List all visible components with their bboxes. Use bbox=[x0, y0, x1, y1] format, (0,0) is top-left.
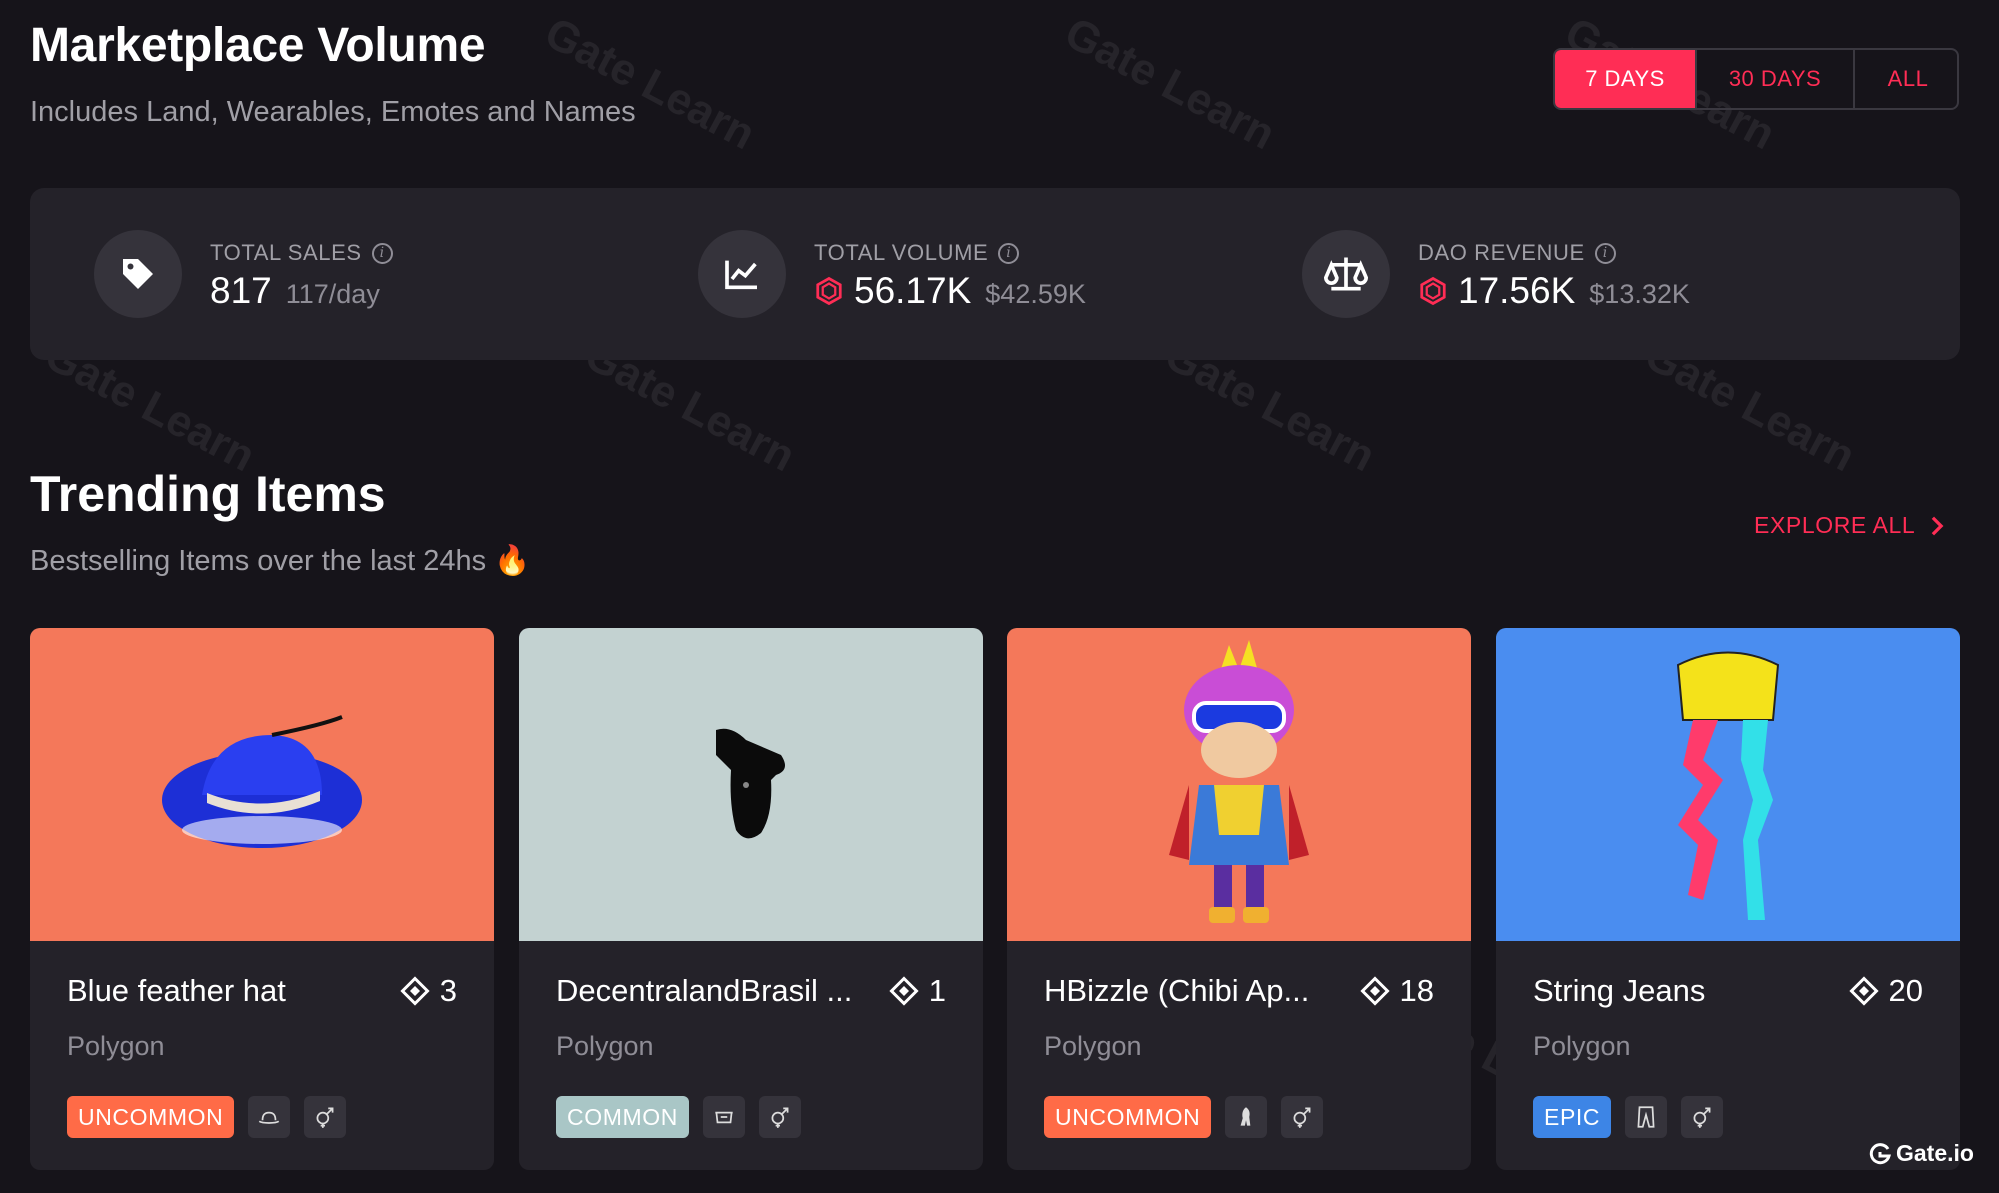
diamond-icon bbox=[889, 976, 919, 1006]
mana-icon bbox=[816, 276, 842, 306]
explore-all-label: EXPLORE ALL bbox=[1754, 512, 1916, 538]
item-name: Blue feather hat bbox=[67, 973, 286, 1008]
info-icon[interactable]: i bbox=[371, 242, 393, 264]
diamond-icon bbox=[1359, 976, 1390, 1006]
rarity-badge: COMMON bbox=[556, 1096, 689, 1138]
avatar-image bbox=[1169, 639, 1309, 923]
item-price: 1 bbox=[889, 973, 946, 1009]
item-name: DecentralandBrasil ... bbox=[556, 973, 853, 1008]
brand-text: Gate.io bbox=[1896, 1140, 1974, 1166]
stat-value: 817 bbox=[210, 270, 272, 311]
unisex-icon bbox=[758, 1096, 801, 1138]
tag-icon bbox=[94, 230, 182, 318]
rarity-badge: UNCOMMON bbox=[67, 1096, 235, 1138]
item-price: 20 bbox=[1848, 973, 1923, 1009]
watermark-text: Gate Learn bbox=[536, 8, 763, 160]
time-range-toggle: 7 DAYS 30 DAYS ALL bbox=[1553, 48, 1959, 110]
item-card[interactable]: DecentralandBrasil ... 1 Polygon COMMON bbox=[519, 628, 983, 1170]
stat-label: TOTAL VOLUME bbox=[814, 240, 989, 265]
item-card[interactable]: String Jeans 20 Polygon EPIC bbox=[1496, 628, 1960, 1170]
explore-all-link[interactable]: EXPLORE ALL bbox=[1754, 512, 1945, 539]
item-price-value: 1 bbox=[928, 973, 946, 1008]
diamond-icon bbox=[400, 976, 430, 1006]
page-subtitle: Includes Land, Wearables, Emotes and Nam… bbox=[30, 96, 636, 128]
item-network: Polygon bbox=[67, 1031, 165, 1061]
stat-value: 17.56K bbox=[1458, 270, 1576, 311]
item-thumbnail bbox=[30, 628, 494, 941]
diamond-icon bbox=[1848, 976, 1879, 1006]
item-thumbnail bbox=[519, 628, 983, 941]
rarity-badge: UNCOMMON bbox=[1044, 1096, 1212, 1138]
item-thumbnail bbox=[1007, 628, 1471, 941]
item-price: 3 bbox=[400, 973, 457, 1009]
item-network: Polygon bbox=[556, 1031, 654, 1061]
jeans-image bbox=[1676, 651, 1780, 920]
stat-label: DAO REVENUE bbox=[1418, 240, 1585, 265]
stat-label: TOTAL SALES bbox=[210, 240, 362, 265]
stat-secondary: $42.59K bbox=[985, 279, 1086, 309]
item-name: HBizzle (Chibi Ap... bbox=[1044, 973, 1310, 1008]
item-thumbnail bbox=[1496, 628, 1960, 941]
chart-icon bbox=[698, 230, 786, 318]
range-30-days-button[interactable]: 30 DAYS bbox=[1695, 50, 1853, 108]
stats-panel: TOTAL SALES i 817 117/day TOTAL VOLUME i 5… bbox=[30, 188, 1960, 360]
range-all-button[interactable]: ALL bbox=[1853, 50, 1957, 108]
hat-icon bbox=[248, 1096, 291, 1138]
item-network: Polygon bbox=[1533, 1031, 1631, 1061]
item-tags: UNCOMMON bbox=[67, 1096, 347, 1138]
rarity-badge: EPIC bbox=[1533, 1096, 1612, 1138]
section-title: Trending Items bbox=[30, 466, 386, 522]
skin-icon bbox=[1225, 1096, 1268, 1138]
item-card[interactable]: Blue feather hat 3 Polygon UNCOMMON bbox=[30, 628, 494, 1170]
unisex-icon bbox=[1681, 1096, 1724, 1138]
range-7-days-button[interactable]: 7 DAYS bbox=[1555, 50, 1695, 108]
item-tags: UNCOMMON bbox=[1044, 1096, 1324, 1138]
chevron-right-icon bbox=[1932, 516, 1944, 535]
shirt-image bbox=[716, 728, 785, 838]
mana-icon bbox=[1420, 276, 1446, 306]
unisex-icon bbox=[304, 1096, 347, 1138]
hat-image bbox=[162, 714, 362, 848]
section-subtitle: Bestselling Items over the last 24hs 🔥 bbox=[30, 545, 531, 577]
item-tags: EPIC bbox=[1533, 1096, 1724, 1138]
lower-body-icon bbox=[1625, 1096, 1668, 1138]
item-price-value: 20 bbox=[1888, 973, 1923, 1008]
item-name: String Jeans bbox=[1533, 973, 1706, 1008]
scale-icon bbox=[1302, 230, 1390, 318]
info-icon[interactable]: i bbox=[1594, 242, 1616, 264]
gate-logo-icon bbox=[1869, 1142, 1891, 1164]
item-price-value: 18 bbox=[1399, 973, 1434, 1008]
item-price: 18 bbox=[1359, 973, 1434, 1009]
item-card[interactable]: HBizzle (Chibi Ap... 18 Polygon UNCOMMON bbox=[1007, 628, 1471, 1170]
upper-body-icon bbox=[702, 1096, 745, 1138]
item-tags: COMMON bbox=[556, 1096, 801, 1138]
brand-logo: Gate.io bbox=[1868, 1140, 1974, 1167]
watermark-text: Gate Learn bbox=[1056, 8, 1283, 160]
stat-secondary: $13.32K bbox=[1589, 279, 1690, 309]
item-network: Polygon bbox=[1044, 1031, 1142, 1061]
info-icon[interactable]: i bbox=[998, 242, 1020, 264]
stat-secondary: 117/day bbox=[285, 279, 380, 309]
stat-value: 56.17K bbox=[854, 270, 972, 311]
item-price-value: 3 bbox=[439, 973, 457, 1008]
unisex-icon bbox=[1281, 1096, 1324, 1138]
page-title: Marketplace Volume bbox=[30, 19, 486, 72]
